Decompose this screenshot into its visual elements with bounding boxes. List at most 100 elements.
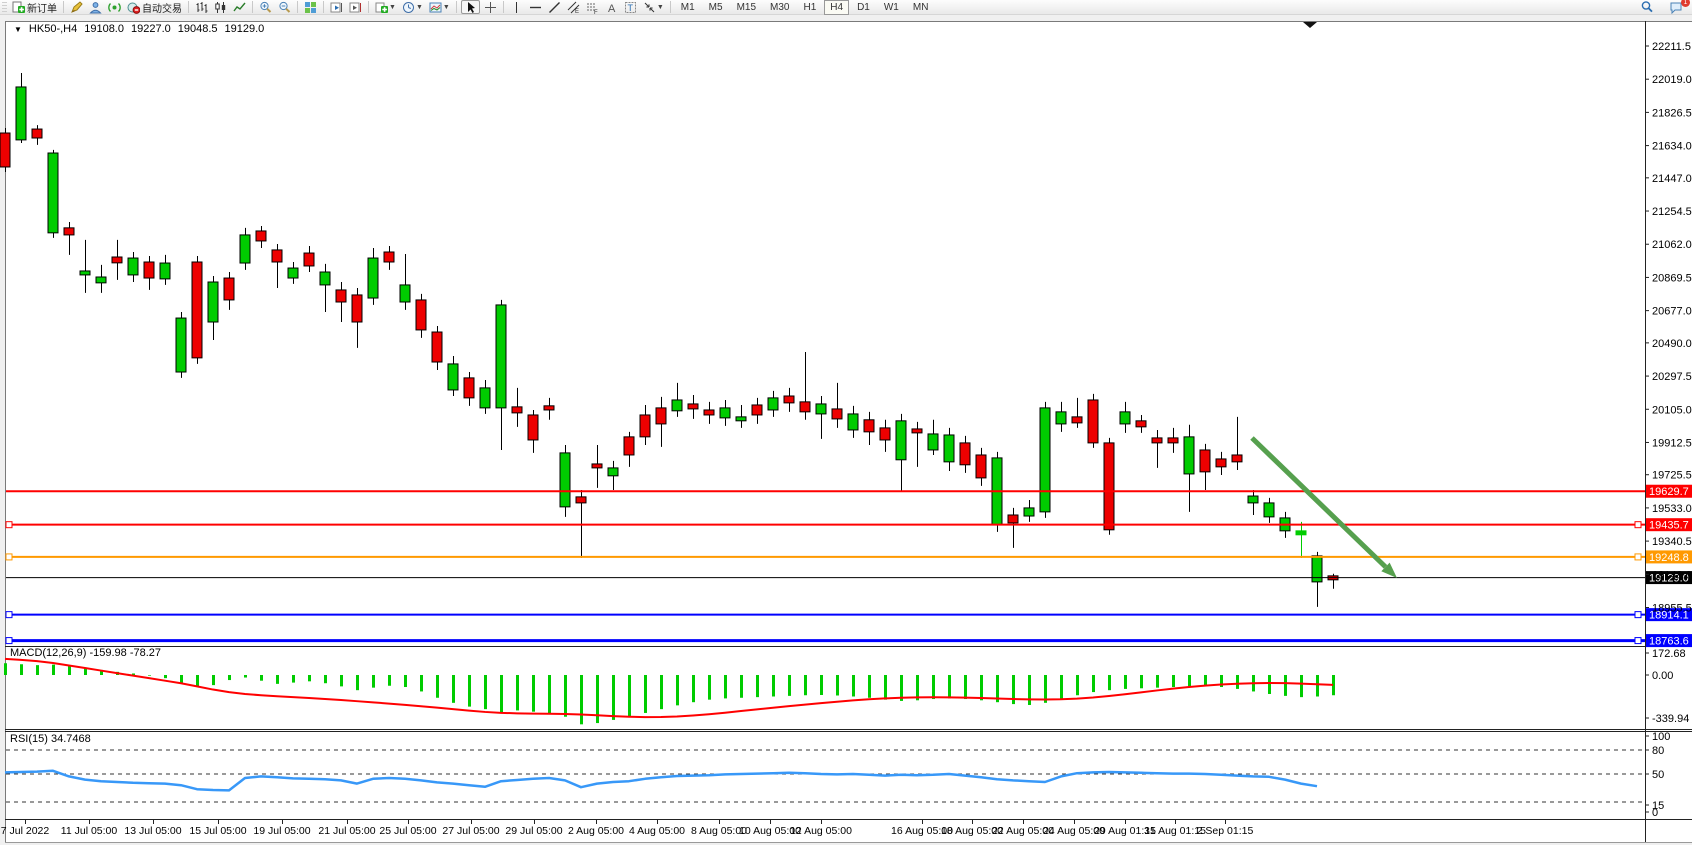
price-axis-tick: 20677.0	[1652, 306, 1692, 318]
candle	[368, 248, 378, 305]
text-label-tool-button[interactable]: T	[622, 0, 639, 14]
line-chart-icon	[233, 1, 246, 14]
candle	[528, 410, 538, 453]
svg-text:F: F	[594, 10, 598, 14]
line-handle[interactable]	[6, 612, 12, 618]
timeframe-button-H4[interactable]: H4	[824, 0, 849, 15]
timeframe-button-D1[interactable]: D1	[851, 0, 876, 15]
candle	[1312, 552, 1322, 607]
signals-button[interactable]	[106, 0, 123, 14]
time-axis[interactable]: 7 Jul 202211 Jul 05:0013 Jul 05:0015 Jul…	[1, 820, 1254, 837]
candle	[640, 405, 650, 445]
template-icon	[429, 1, 442, 14]
trendline-tool-button[interactable]	[546, 0, 563, 14]
chart-objects-caret-icon[interactable]: ▼	[14, 25, 22, 34]
line-handle[interactable]	[1635, 554, 1641, 560]
new-order-label: 新订单	[27, 0, 57, 15]
candle	[688, 395, 698, 419]
search-button[interactable]	[1638, 0, 1656, 14]
candle	[544, 398, 554, 420]
line-handle[interactable]	[1635, 638, 1641, 644]
price-axis-tick: 19912.5	[1652, 437, 1692, 449]
timeframe-button-H1[interactable]: H1	[797, 0, 822, 15]
candle	[240, 228, 250, 270]
candle	[944, 428, 954, 471]
tile-windows-icon	[304, 1, 317, 14]
fibonacci-tool-button[interactable]: F	[584, 0, 601, 14]
price-axis-tick: 19533.0	[1652, 503, 1692, 515]
toolbar-separator	[456, 1, 457, 13]
line-handle[interactable]	[1635, 612, 1641, 618]
arrow-objects-button[interactable]: ▼	[641, 0, 666, 14]
candle	[816, 396, 826, 439]
horizontal-line-object[interactable]: 18914.1	[6, 608, 1692, 622]
candle	[960, 436, 970, 473]
rsi-axis-tick: 50	[1652, 769, 1664, 781]
timeframe-button-W1[interactable]: W1	[878, 0, 905, 15]
timeframe-button-M15[interactable]: M15	[731, 0, 762, 15]
candle	[1200, 444, 1210, 490]
new-order-button[interactable]: 新订单	[10, 0, 59, 14]
candle	[448, 356, 458, 396]
autotrading-button[interactable]: 自动交易	[125, 0, 184, 14]
text-tool-button[interactable]: A	[603, 0, 620, 14]
bid-price-line[interactable]: 19129.0	[6, 571, 1692, 585]
line-handle[interactable]	[6, 522, 12, 528]
timeframe-button-MN[interactable]: MN	[907, 0, 935, 15]
cursor-tool-button[interactable]	[461, 0, 480, 14]
horizontal-line-object[interactable]: 19248.8	[6, 550, 1692, 564]
crosshair-tool-button[interactable]	[482, 0, 499, 14]
zoom-out-button[interactable]	[276, 0, 293, 14]
period-button[interactable]: ▼	[400, 0, 425, 14]
timeframe-button-M30[interactable]: M30	[764, 0, 795, 15]
template-button[interactable]: ▼	[427, 0, 452, 14]
styler-button[interactable]	[68, 0, 85, 14]
candle	[1136, 415, 1146, 433]
horizontal-line-object[interactable]: 18763.6	[6, 634, 1692, 648]
tile-windows-button[interactable]	[302, 0, 319, 14]
toolbar-separator	[252, 1, 253, 13]
candle	[864, 412, 874, 445]
vertical-line-tool-button[interactable]	[508, 0, 525, 14]
rsi-axis-tick: 80	[1652, 745, 1664, 757]
profile-icon	[89, 1, 102, 14]
channel-tool-button[interactable]: E	[565, 0, 582, 14]
price-axis-tick: 21062.0	[1652, 239, 1692, 251]
auto-scroll-button[interactable]	[328, 0, 345, 14]
price-chart[interactable]: 19629.7 19435.7 19248.8 19129.0 18914.1 18763…	[0, 0, 1692, 845]
price-axis-tick: 19148.0	[1652, 569, 1692, 581]
zoom-in-button[interactable]	[257, 0, 274, 14]
macd-axis-tick: 172.68	[1652, 648, 1686, 660]
vertical-line-icon	[510, 1, 523, 14]
candlestick-chart-button[interactable]	[212, 0, 229, 14]
time-axis-label: 19 Jul 05:00	[253, 825, 310, 837]
svg-text:E: E	[575, 9, 579, 14]
timeframe-button-M5[interactable]: M5	[703, 0, 729, 15]
open-value: 19108.0	[84, 23, 124, 35]
toolbar-separator	[323, 1, 324, 13]
price-axis-tick: 18955.5	[1652, 602, 1692, 614]
toolbar-grip[interactable]	[2, 2, 7, 13]
chat-button[interactable]: 1	[1667, 0, 1685, 14]
profiles-button[interactable]	[87, 0, 104, 14]
bar-chart-button[interactable]	[193, 0, 210, 14]
line-handle[interactable]	[6, 638, 12, 644]
candle	[80, 240, 90, 293]
horizontal-line-object[interactable]: 19629.7	[6, 485, 1692, 499]
horizontal-line-tool-button[interactable]	[527, 0, 544, 14]
timeframe-button-M1[interactable]: M1	[675, 0, 701, 15]
chart-shift-button[interactable]	[347, 0, 364, 14]
price-axis-tick: 19725.5	[1652, 470, 1692, 482]
horizontal-line-object[interactable]: 19435.7	[6, 518, 1692, 532]
add-indicator-button[interactable]: ▼	[373, 0, 398, 14]
time-axis-label: 2 Sep 01:15	[1197, 825, 1254, 837]
line-handle[interactable]	[1635, 522, 1641, 528]
toolbar-separator	[297, 1, 298, 13]
candle	[400, 254, 410, 310]
line-handle[interactable]	[6, 554, 12, 560]
price-axis[interactable]: 22211.522019.021826.521634.021447.021254…	[1645, 41, 1692, 819]
line-chart-button[interactable]	[231, 0, 248, 14]
candle	[672, 383, 682, 417]
price-axis-tick: 21254.5	[1652, 206, 1692, 218]
notification-badge: 1	[1681, 0, 1690, 7]
